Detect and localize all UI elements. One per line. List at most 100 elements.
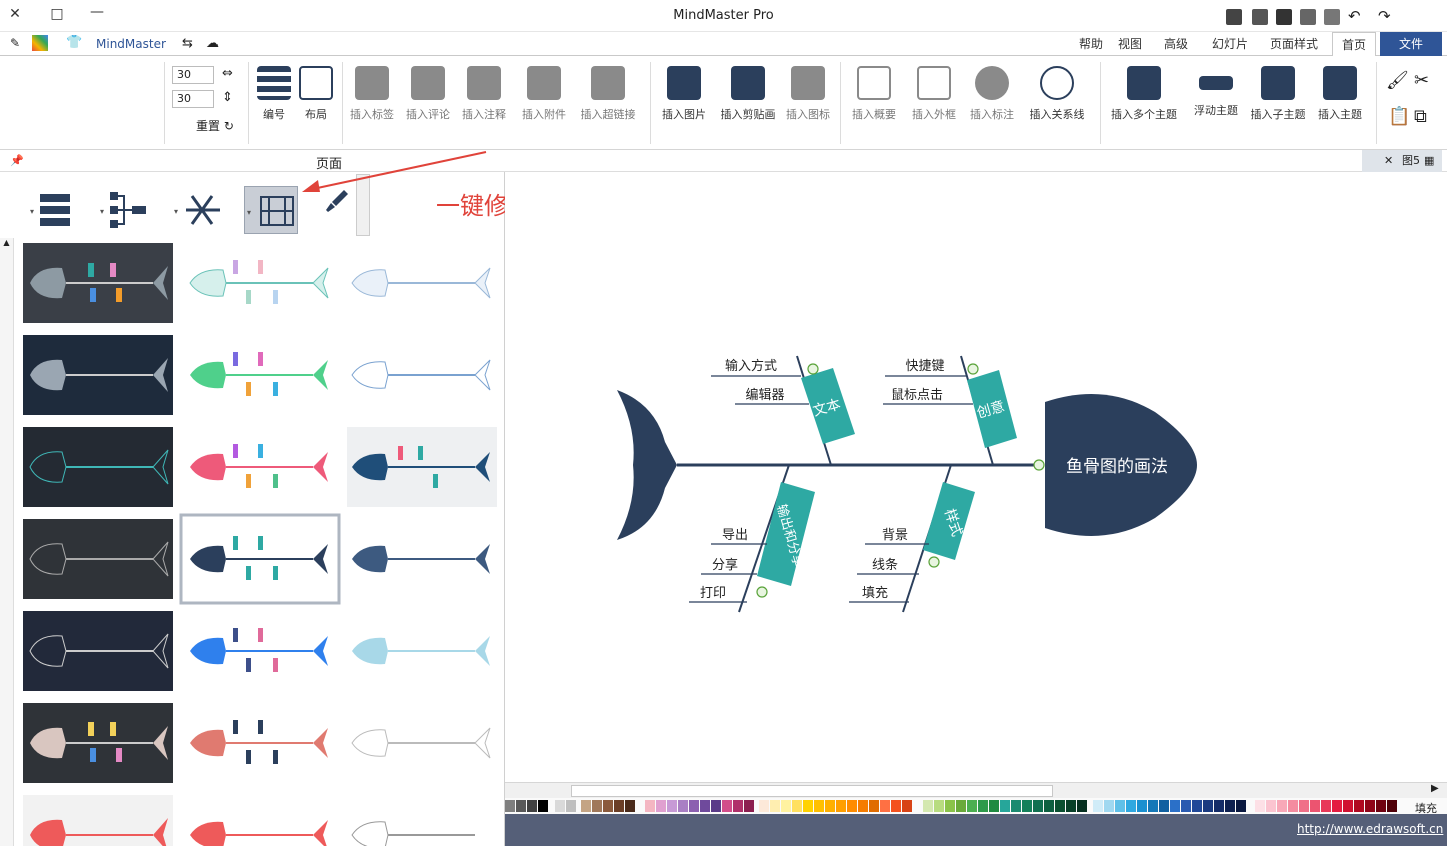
ribbon-separator: [650, 62, 651, 144]
insert-summary-button[interactable]: 插入概要: [846, 62, 902, 142]
ribbon-separator: [342, 62, 343, 144]
document-tab-label: 图5: [1402, 154, 1420, 167]
tree-layout-option[interactable]: ▾: [98, 186, 150, 234]
insert-callout-button[interactable]: 插入标注: [964, 62, 1020, 142]
collapse-icon[interactable]: [807, 363, 819, 375]
mindmap-canvas[interactable]: 鱼骨图的画法 创意 快捷键 鼠标点击 文本 输入方式 编辑器 样式 背景 线条 …: [505, 172, 1447, 782]
item-label[interactable]: 编辑器: [745, 388, 784, 403]
item-label[interactable]: 鼠标点击: [891, 388, 943, 403]
svg-text:▾: ▾: [174, 207, 178, 216]
insert-multiple-topics-button[interactable]: 插入多个主题: [1104, 62, 1184, 142]
item-label[interactable]: 填充: [862, 585, 888, 601]
insert-attachment-button[interactable]: 插入附件: [516, 62, 572, 142]
insert-clipart-button[interactable]: 插入剪贴画: [716, 62, 780, 142]
fish-head-label: 鱼骨图的画法: [1066, 457, 1168, 477]
insert-note-label: 插入注释: [462, 108, 506, 121]
thumbnail-scrollbar[interactable]: ▲: [0, 238, 14, 846]
new-doc-icon[interactable]: [1226, 9, 1242, 25]
reset-button[interactable]: 重置 ↻: [196, 117, 234, 134]
insert-image-button[interactable]: 插入图片: [656, 62, 712, 142]
insert-tag-button[interactable]: 插入标签: [346, 62, 398, 142]
summary-icon: [857, 66, 891, 100]
insert-relationship-label: 插入关系线: [1029, 108, 1085, 121]
tab-help[interactable]: 帮助: [1075, 32, 1107, 56]
maximize-window-icon[interactable]: □: [46, 6, 68, 22]
spacing-v-input[interactable]: 30: [172, 90, 214, 108]
website-link[interactable]: http://www.edrawsoft.cn: [1297, 822, 1443, 836]
insert-comment-button[interactable]: 插入评论: [402, 62, 454, 142]
insert-icon-button[interactable]: 插入图标: [782, 62, 834, 142]
relationship-icon: [1040, 66, 1074, 100]
multiple-topics-icon: [1127, 66, 1161, 100]
close-window-icon[interactable]: ✕: [4, 6, 26, 22]
layout-button[interactable]: 布局: [296, 62, 336, 142]
subtopic-icon: [1261, 66, 1295, 100]
style-thumbnail-grid: [18, 238, 504, 846]
svg-text:▾: ▾: [247, 208, 251, 217]
collapse-icon[interactable]: [967, 363, 979, 375]
item-label[interactable]: 分享: [712, 557, 738, 573]
insert-subtopic-label: 插入子主题: [1250, 108, 1306, 121]
cloud-icon[interactable]: ☁: [206, 36, 219, 51]
close-tab-icon[interactable]: ✕: [1384, 150, 1393, 172]
item-label[interactable]: 导出: [722, 528, 748, 543]
document-tab[interactable]: ✕ 图5 ▦: [1362, 150, 1442, 172]
export-icon[interactable]: [1300, 9, 1316, 25]
collapse-icon[interactable]: [756, 586, 768, 598]
item-label[interactable]: 输入方式: [725, 358, 777, 374]
scroll-thumb[interactable]: [571, 785, 1053, 797]
numbering-style-option[interactable]: ▾: [28, 186, 80, 234]
shirt-icon[interactable]: 👕: [66, 35, 82, 50]
pin-icon[interactable]: 📌: [10, 154, 24, 167]
insert-hyperlink-button[interactable]: 插入超链接: [576, 62, 640, 142]
save-icon[interactable]: [1276, 9, 1292, 25]
item-label[interactable]: 线条: [872, 557, 898, 573]
floating-topic-button[interactable]: 浮动主题: [1188, 62, 1244, 142]
share-icon[interactable]: ⇆: [182, 36, 193, 51]
ribbon-separator: [248, 62, 249, 144]
open-icon[interactable]: [1324, 9, 1340, 25]
palette-swatches[interactable]: [505, 800, 1397, 812]
tab-home[interactable]: 首页: [1332, 32, 1376, 57]
tab-advanced[interactable]: 高级: [1156, 32, 1196, 56]
canvas-horizontal-scrollbar[interactable]: ▶: [505, 782, 1447, 798]
theme-icon[interactable]: [32, 35, 48, 51]
insert-relationship-button[interactable]: 插入关系线: [1024, 62, 1090, 142]
spacing-h-icon: ⇔: [222, 66, 233, 81]
cut-icon[interactable]: ✂: [1414, 70, 1429, 91]
spacing-h-input[interactable]: 30: [172, 66, 214, 84]
copy-icon[interactable]: ⧉: [1414, 106, 1427, 127]
tab-page-style[interactable]: 页面样式: [1262, 32, 1326, 56]
collapse-icon[interactable]: [928, 556, 940, 568]
format-painter-icon[interactable]: 🖌: [1386, 70, 1409, 91]
item-label[interactable]: 背景: [882, 528, 908, 543]
insert-attachment-label: 插入附件: [522, 108, 566, 121]
print-icon[interactable]: [1252, 9, 1268, 25]
undo-icon[interactable]: ↶: [1348, 7, 1361, 25]
fishbone-layout-option[interactable]: ▾: [172, 186, 224, 234]
callout-icon: [975, 66, 1009, 100]
ribbon-separator: [1100, 62, 1101, 144]
style-thumbnails[interactable]: [18, 238, 504, 846]
paperclip-icon: [527, 66, 561, 100]
layout-label: 布局: [305, 108, 327, 121]
redo-icon[interactable]: ↷: [1378, 7, 1391, 25]
tab-slides[interactable]: 幻灯片: [1206, 32, 1254, 56]
item-label[interactable]: 打印: [700, 586, 726, 601]
minimize-window-icon[interactable]: —: [86, 4, 108, 20]
numbering-button[interactable]: 编号: [254, 62, 294, 142]
item-label[interactable]: 快捷键: [905, 359, 944, 374]
collapse-ribbon-icon[interactable]: ✎: [10, 36, 20, 50]
fish-tail: [617, 390, 677, 540]
tab-view[interactable]: 视图: [1114, 32, 1146, 56]
insert-topic-button[interactable]: 插入主题: [1312, 62, 1368, 142]
paste-icon[interactable]: 📋: [1388, 106, 1410, 127]
collapse-icon[interactable]: [1033, 459, 1045, 471]
scroll-right-icon[interactable]: ▶: [1431, 783, 1439, 794]
document-tab-icon: ▦: [1424, 154, 1435, 167]
insert-subtopic-button[interactable]: 插入子主题: [1246, 62, 1310, 142]
brand-label[interactable]: MindMaster: [96, 37, 166, 51]
tab-file[interactable]: 文件: [1380, 32, 1442, 56]
insert-boundary-button[interactable]: 插入外框: [906, 62, 962, 142]
insert-note-button[interactable]: 插入注释: [458, 62, 510, 142]
